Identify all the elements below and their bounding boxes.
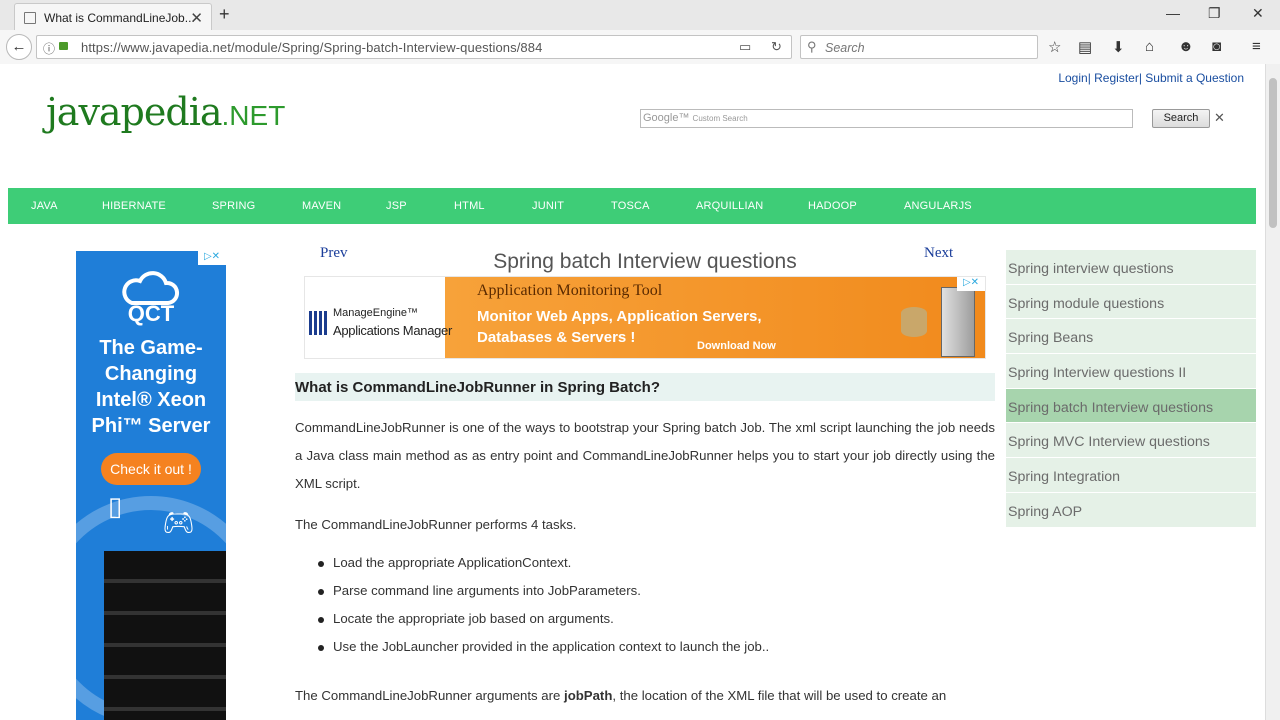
home-icon[interactable]: ⌂ [1145, 38, 1154, 55]
check-it-out-button[interactable]: Check it out ! [101, 453, 201, 485]
info-icon[interactable]: ⓘ [43, 40, 55, 57]
sidebar-item-spring-integration[interactable]: Spring Integration [1006, 458, 1256, 493]
tab-bar: What is CommandLineJob... ✕ + — ❐ ✕ [0, 0, 1280, 30]
menu-item-hibernate[interactable]: HIBERNATE [102, 200, 166, 212]
sidebar-item-spring-beans[interactable]: Spring Beans [1006, 319, 1256, 355]
reload-icon[interactable]: ↻ [771, 39, 782, 55]
lock-icon [59, 42, 68, 50]
bookmark-star-icon[interactable]: ☆ [1048, 38, 1061, 56]
close-window-icon[interactable]: ✕ [1252, 5, 1264, 22]
bookmarks-list-icon[interactable]: ▤ [1078, 38, 1092, 56]
menu-item-spring[interactable]: SPRING [212, 200, 255, 212]
browser-chrome: What is CommandLineJob... ✕ + — ❐ ✕ ← ⓘ … [0, 0, 1280, 64]
left-ad-banner[interactable]: ▷✕ QCT The Game-Changing Intel® Xeon Phi… [76, 251, 226, 720]
page-title: Spring batch Interview questions [493, 250, 797, 273]
manageengine-logo-icon [309, 311, 329, 335]
next-link[interactable]: Next [924, 245, 953, 262]
restore-icon[interactable]: ❐ [1208, 5, 1221, 22]
address-bar[interactable]: ⓘ https://www.javapedia.net/module/Sprin… [36, 35, 792, 59]
gamepad-icon: 🎮︎ [162, 507, 196, 537]
ad-brand: QCT [127, 301, 175, 326]
logo-tld: .NET [221, 100, 286, 131]
server-rack-image [104, 551, 226, 720]
prev-link[interactable]: Prev [320, 245, 348, 262]
question-heading: What is CommandLineJobRunner in Spring B… [295, 373, 995, 401]
sidebar-item-spring-aop[interactable]: Spring AOP [1006, 492, 1256, 528]
ad-headline: Application Monitoring Tool [477, 282, 663, 299]
jobpath-term: jobPath [564, 688, 613, 703]
sidebar-item-spring-interview-ii[interactable]: Spring Interview questions II [1006, 354, 1256, 389]
sidebar-item-spring-batch[interactable]: Spring batch Interview questions [1006, 388, 1256, 424]
answer-paragraph-2: The CommandLineJobRunner performs 4 task… [295, 517, 577, 532]
computer-icon: ▯ [108, 491, 123, 521]
menu-item-java[interactable]: JAVA [31, 200, 58, 212]
downloads-icon[interactable]: ⬇ [1112, 38, 1125, 56]
download-now-link[interactable]: Download Now [697, 340, 776, 352]
google-search-button[interactable]: Search [1152, 109, 1210, 128]
list-item: Load the appropriate ApplicationContext. [318, 555, 769, 583]
answer-paragraph-1: CommandLineJobRunner is one of the ways … [295, 420, 995, 491]
menu-item-html[interactable]: HTML [454, 200, 485, 212]
nav-bar: ← ⓘ https://www.javapedia.net/module/Spr… [0, 30, 1280, 64]
scrollbar-thumb[interactable] [1269, 78, 1277, 228]
chat-icon[interactable]: ☻ [1178, 38, 1194, 55]
menu-item-hadoop[interactable]: HADOOP [808, 200, 857, 212]
list-item: Locate the appropriate job based on argu… [318, 611, 769, 639]
menu-item-jsp[interactable]: JSP [386, 200, 407, 212]
tasks-list: Load the appropriate ApplicationContext.… [318, 555, 769, 667]
account-links[interactable]: Login| Register| Submit a Question [1058, 71, 1244, 85]
answer-paragraph-3: The CommandLineJobRunner arguments are j… [295, 682, 995, 710]
page-icon [24, 12, 36, 24]
reader-view-icon[interactable]: ▭ [739, 39, 751, 55]
browser-search-box[interactable]: ⚲ Search [800, 35, 1038, 59]
search-placeholder: Search [825, 41, 865, 55]
google-search-placeholder: Google™ Custom Search [643, 112, 748, 124]
ad-brand-line1: ManageEngine™ [333, 307, 419, 319]
menu-item-angularjs[interactable]: ANGULARJS [904, 200, 972, 212]
menu-item-maven[interactable]: MAVEN [302, 200, 341, 212]
sidebar-item-spring-mvc[interactable]: Spring MVC Interview questions [1006, 423, 1256, 459]
list-item: Parse command line arguments into JobPar… [318, 583, 769, 611]
back-button[interactable]: ← [6, 34, 32, 60]
sidebar-item-spring-interview[interactable]: Spring interview questions [1006, 250, 1256, 285]
menu-item-junit[interactable]: JUNIT [532, 200, 564, 212]
server-icon [941, 287, 975, 357]
para3-pre: The CommandLineJobRunner arguments are [295, 688, 565, 703]
url-text[interactable]: https://www.javapedia.net/module/Spring/… [81, 40, 542, 55]
pocket-icon[interactable]: ◙ [1212, 38, 1221, 55]
search-icon: ⚲ [807, 39, 817, 54]
minimize-icon[interactable]: — [1166, 5, 1180, 21]
google-custom-search-input[interactable]: Google™ Custom Search [640, 109, 1133, 128]
sidebar-item-spring-module[interactable]: Spring module questions [1006, 284, 1256, 320]
para3-post: , the location of the XML file that will… [612, 688, 947, 703]
menu-item-arquillian[interactable]: ARQUILLIAN [696, 200, 763, 212]
google-brand: Google™ [643, 112, 690, 124]
new-tab-icon[interactable]: + [219, 4, 230, 25]
menu-item-tosca[interactable]: TOSCA [611, 200, 650, 212]
ad-brand-line2: Applications Manager [333, 323, 453, 338]
database-icon [901, 307, 927, 337]
list-item: Use the JobLauncher provided in the appl… [318, 639, 769, 667]
manageengine-ad-banner[interactable]: ManageEngine™ Applications Manager Appli… [304, 276, 986, 359]
logo-main: javapedia [46, 90, 223, 134]
ad-choices-icon[interactable]: ▷✕ [957, 277, 985, 291]
site-logo[interactable]: javapedia.NET [46, 90, 285, 134]
ad-tagline: The Game-Changing Intel® Xeon Phi™ Serve… [91, 337, 211, 437]
tab-title: What is CommandLineJob... [44, 11, 195, 25]
ad-choices-icon[interactable]: ▷✕ [198, 251, 226, 265]
close-tab-icon[interactable]: ✕ [190, 9, 203, 27]
related-topics-sidebar: Spring interview questions Spring module… [1006, 250, 1256, 528]
custom-search-label: Custom Search [692, 114, 748, 123]
menu-icon[interactable]: ≡ [1252, 38, 1261, 55]
clear-search-icon[interactable]: ✕ [1214, 110, 1225, 126]
browser-tab[interactable]: What is CommandLineJob... ✕ [14, 3, 212, 30]
main-menu: JAVA HIBERNATE SPRING MAVEN JSP HTML JUN… [8, 188, 1256, 224]
